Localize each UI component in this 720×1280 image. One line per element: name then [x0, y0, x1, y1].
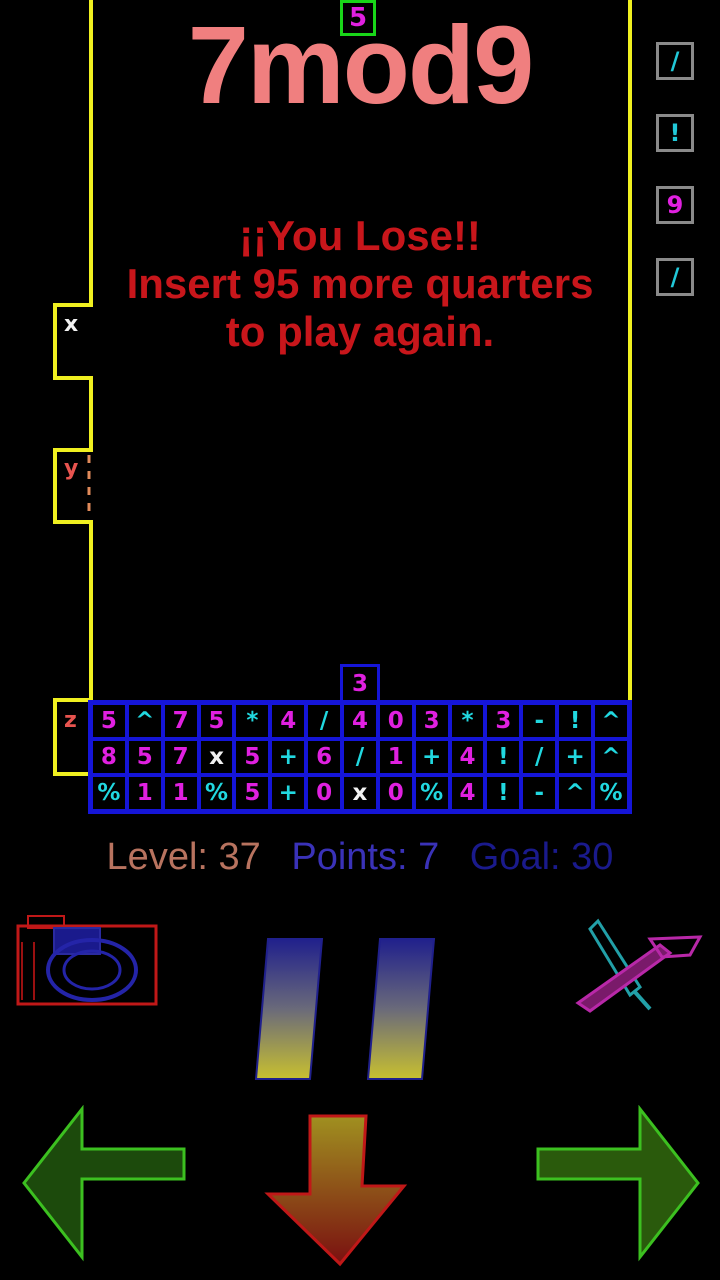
stats-bar: Level: 37 Points: 7 Goal: 30 — [0, 836, 720, 879]
grid-cell: 4 — [449, 775, 486, 811]
left-arrow-icon[interactable] — [20, 1105, 190, 1265]
points-label: Points: 7 — [291, 836, 440, 878]
grid-cell: 0 — [306, 775, 343, 811]
grid-cell: 7 — [162, 739, 199, 775]
game-title: 7mod9 — [187, 4, 535, 127]
queue-tile: 9 — [656, 186, 694, 224]
grid-cell: x — [198, 739, 235, 775]
grid-cell: % — [198, 775, 235, 811]
grid-cell: 7 — [162, 703, 199, 739]
level-label: Level: 37 — [106, 836, 261, 878]
play-field-outline — [53, 0, 632, 776]
grid-cell: ! — [485, 739, 522, 775]
grid-row: 5 ^ 7 5 * 4/4 0 3 * 3-! ^ — [91, 703, 629, 739]
grid-cell: 0 — [377, 775, 414, 811]
grid-row: 8 5 7 x 5 +6/1 +4! / + ^ — [91, 739, 629, 775]
grid-cell: ^ — [557, 775, 594, 811]
grid-cell: % — [413, 775, 450, 811]
grid-cell: x — [342, 775, 378, 811]
variable-y-label: y — [64, 456, 79, 481]
grid-cell: / — [521, 739, 558, 775]
variable-z-label: z — [64, 708, 77, 733]
grid-cell: % — [593, 775, 629, 811]
variable-x-label: x — [64, 312, 79, 337]
grid-cell: 1 — [162, 775, 199, 811]
down-arrow-icon[interactable] — [262, 1112, 412, 1272]
grid-cell: 6 — [306, 739, 343, 775]
grid-cell: + — [270, 775, 307, 811]
message-line-1: ¡¡You Lose!! — [239, 212, 481, 259]
grid-cell: ^ — [593, 739, 629, 775]
grid-row: % 1 1% 5 +0 x 0% 4! - ^% — [91, 775, 629, 811]
game-over-message: ¡¡You Lose!! Insert 95 more quarters to … — [100, 212, 620, 356]
grid-cell: 4 — [270, 703, 307, 739]
camera-icon[interactable] — [14, 912, 164, 1012]
queue-tile: / — [656, 258, 694, 296]
grid-cell: * — [449, 703, 486, 739]
tools-icon[interactable] — [570, 915, 710, 1015]
goal-label: Goal: 30 — [469, 836, 614, 878]
grid-cell: + — [413, 739, 450, 775]
grid-cell: 5 — [91, 703, 127, 739]
grid-cell: + — [270, 739, 307, 775]
right-arrow-icon[interactable] — [532, 1105, 702, 1265]
grid-cell: 5 — [198, 703, 235, 739]
grid-cell: 4 — [449, 739, 486, 775]
grid-cell: 1 — [377, 739, 414, 775]
grid-cell: ^ — [126, 703, 163, 739]
pause-icon[interactable] — [250, 935, 450, 1085]
grid-cell: ! — [485, 775, 522, 811]
grid-cell: 5 — [234, 775, 271, 811]
queue-tile: ! — [656, 114, 694, 152]
grid-cell: 3 — [485, 703, 522, 739]
message-line-2: Insert 95 more quarters — [126, 260, 594, 307]
grid-cell: 1 — [126, 775, 163, 811]
grid-top-tile: 3 — [340, 664, 380, 703]
grid-cell: / — [342, 739, 378, 775]
tile-grid: 5 ^ 7 5 * 4/4 0 3 * 3-! ^ 8 5 7 x 5 +6/1 +4! / + ^% 1 1% 5 +0 x 0%… — [88, 700, 632, 814]
grid-cell: ! — [557, 703, 594, 739]
grid-cell: 5 — [126, 739, 163, 775]
grid-cell: * — [234, 703, 271, 739]
queue-tile: / — [656, 42, 694, 80]
grid-cell: 0 — [377, 703, 414, 739]
grid-cell: 5 — [234, 739, 271, 775]
grid-cell: 8 — [91, 739, 127, 775]
grid-cell: / — [306, 703, 343, 739]
grid-cell: - — [521, 775, 558, 811]
grid-cell: % — [91, 775, 127, 811]
grid-cell: ^ — [593, 703, 629, 739]
grid-cell: + — [557, 739, 594, 775]
grid-cell: - — [521, 703, 558, 739]
grid-cell: 4 — [342, 703, 378, 739]
message-line-3: to play again. — [225, 308, 495, 355]
grid-cell: 3 — [413, 703, 450, 739]
